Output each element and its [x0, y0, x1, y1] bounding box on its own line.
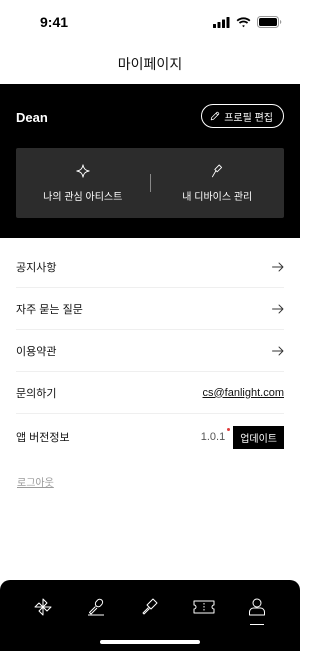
menu-item-terms[interactable]: 이용약관 [16, 330, 284, 372]
menu-item-faq[interactable]: 자주 묻는 질문 [16, 288, 284, 330]
battery-icon [257, 16, 282, 28]
menu-item-contact: 문의하기 cs@fanlight.com [16, 372, 284, 414]
nav-home[interactable] [28, 594, 58, 620]
nav-ticket[interactable] [189, 594, 219, 620]
favorite-artists-label: 나의 관심 아티스트 [43, 191, 123, 203]
arrow-right-icon [272, 346, 284, 356]
ticket-icon [193, 600, 215, 614]
menu-item-label: 문의하기 [16, 387, 57, 400]
nav-mypage[interactable] [242, 594, 272, 625]
menu-list: 공지사항 자주 묻는 질문 이용약관 문의하기 cs@fanlight.com … [0, 246, 300, 460]
status-icons [213, 16, 282, 28]
device-management-label: 내 디바이스 관리 [182, 191, 253, 203]
update-button[interactable]: 업데이트 [233, 425, 284, 449]
bottom-nav-items [0, 594, 300, 625]
microphone-icon [88, 598, 105, 616]
arrow-right-icon [272, 262, 284, 272]
person-icon [249, 598, 266, 616]
sparkle-icon [76, 163, 90, 178]
edit-profile-button[interactable]: 프로필 편집 [201, 104, 284, 128]
profile-name: Dean [16, 110, 48, 125]
arrow-right-icon [272, 304, 284, 314]
quick-actions-panel: 나의 관심 아티스트 내 디바이스 관리 [16, 148, 284, 218]
menu-item-notice[interactable]: 공지사항 [16, 246, 284, 288]
version-group: 1.0.1 업데이트 [200, 425, 284, 449]
status-time: 9:41 [40, 14, 69, 30]
profile-section: Dean 프로필 편집 나의 관심 아티스트 내 디바이스 관리 [0, 84, 300, 238]
menu-item-label: 이용약관 [16, 345, 57, 358]
wifi-icon [236, 16, 251, 27]
menu-item-label: 앱 버전정보 [16, 432, 70, 444]
pinwheel-icon [34, 598, 52, 616]
version-number: 1.0.1 [200, 428, 231, 443]
page-header: 마이페이지 [0, 44, 300, 84]
lightstick-icon [142, 598, 158, 615]
page-title: 마이페이지 [117, 56, 183, 72]
menu-item-label: 자주 묻는 질문 [16, 303, 83, 316]
lightstick-icon [212, 164, 223, 177]
menu-item-version: 앱 버전정보 1.0.1 업데이트 [16, 414, 284, 460]
favorite-artists-button[interactable]: 나의 관심 아티스트 [16, 148, 150, 218]
device-management-button[interactable]: 내 디바이스 관리 [151, 148, 285, 218]
home-indicator [100, 640, 200, 644]
status-bar: 9:41 [0, 0, 300, 44]
update-available-dot [227, 428, 231, 431]
pencil-icon [211, 111, 220, 121]
signal-icon [213, 16, 230, 28]
nav-microphone[interactable] [81, 594, 111, 620]
menu-item-label: 공지사항 [16, 261, 57, 274]
edit-profile-label: 프로필 편집 [224, 112, 273, 124]
bottom-nav [0, 580, 300, 651]
version-value: 1.0.1 [200, 431, 226, 443]
logout-link[interactable]: 로그아웃 [17, 474, 54, 489]
nav-lightstick[interactable] [135, 594, 165, 620]
contact-email-link[interactable]: cs@fanlight.com [203, 387, 284, 399]
